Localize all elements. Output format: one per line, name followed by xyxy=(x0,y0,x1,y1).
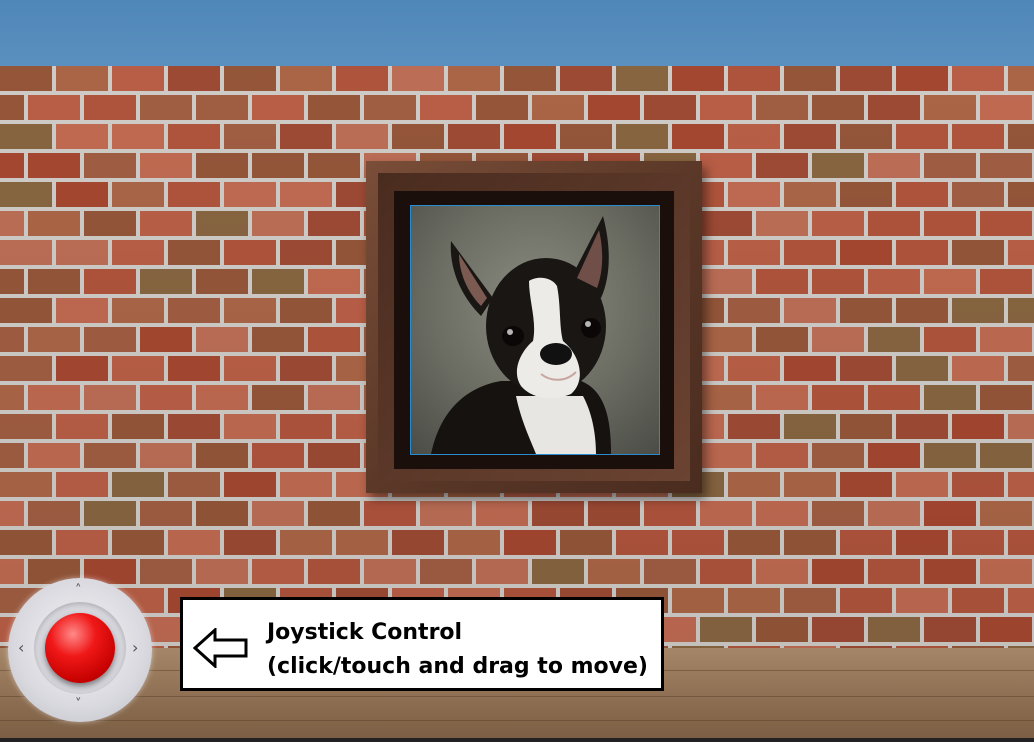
sky xyxy=(0,0,1034,66)
joystick-down-arrow-icon: ˅ xyxy=(75,697,82,712)
left-arrow-icon xyxy=(193,628,248,668)
joystick-hint-tooltip: Joystick Control (click/touch and drag t… xyxy=(180,597,664,691)
tooltip-title: Joystick Control xyxy=(267,620,463,645)
joystick-left-arrow-icon: ‹ xyxy=(18,638,25,657)
game-scene: ˄ ˅ ‹ › Joystick Control (click/touch an… xyxy=(0,0,1034,742)
boston-terrier-image xyxy=(431,216,611,454)
joystick-up-arrow-icon: ˄ xyxy=(75,583,82,598)
joystick-right-arrow-icon: › xyxy=(132,638,139,657)
dog-portrait xyxy=(410,205,660,455)
tooltip-instruction: (click/touch and drag to move) xyxy=(267,654,648,679)
picture-frame xyxy=(366,161,702,493)
tooltip-text: Joystick Control (click/touch and drag t… xyxy=(267,616,648,684)
joystick-control[interactable]: ˄ ˅ ‹ › xyxy=(8,578,152,722)
joystick-knob[interactable] xyxy=(45,613,115,683)
